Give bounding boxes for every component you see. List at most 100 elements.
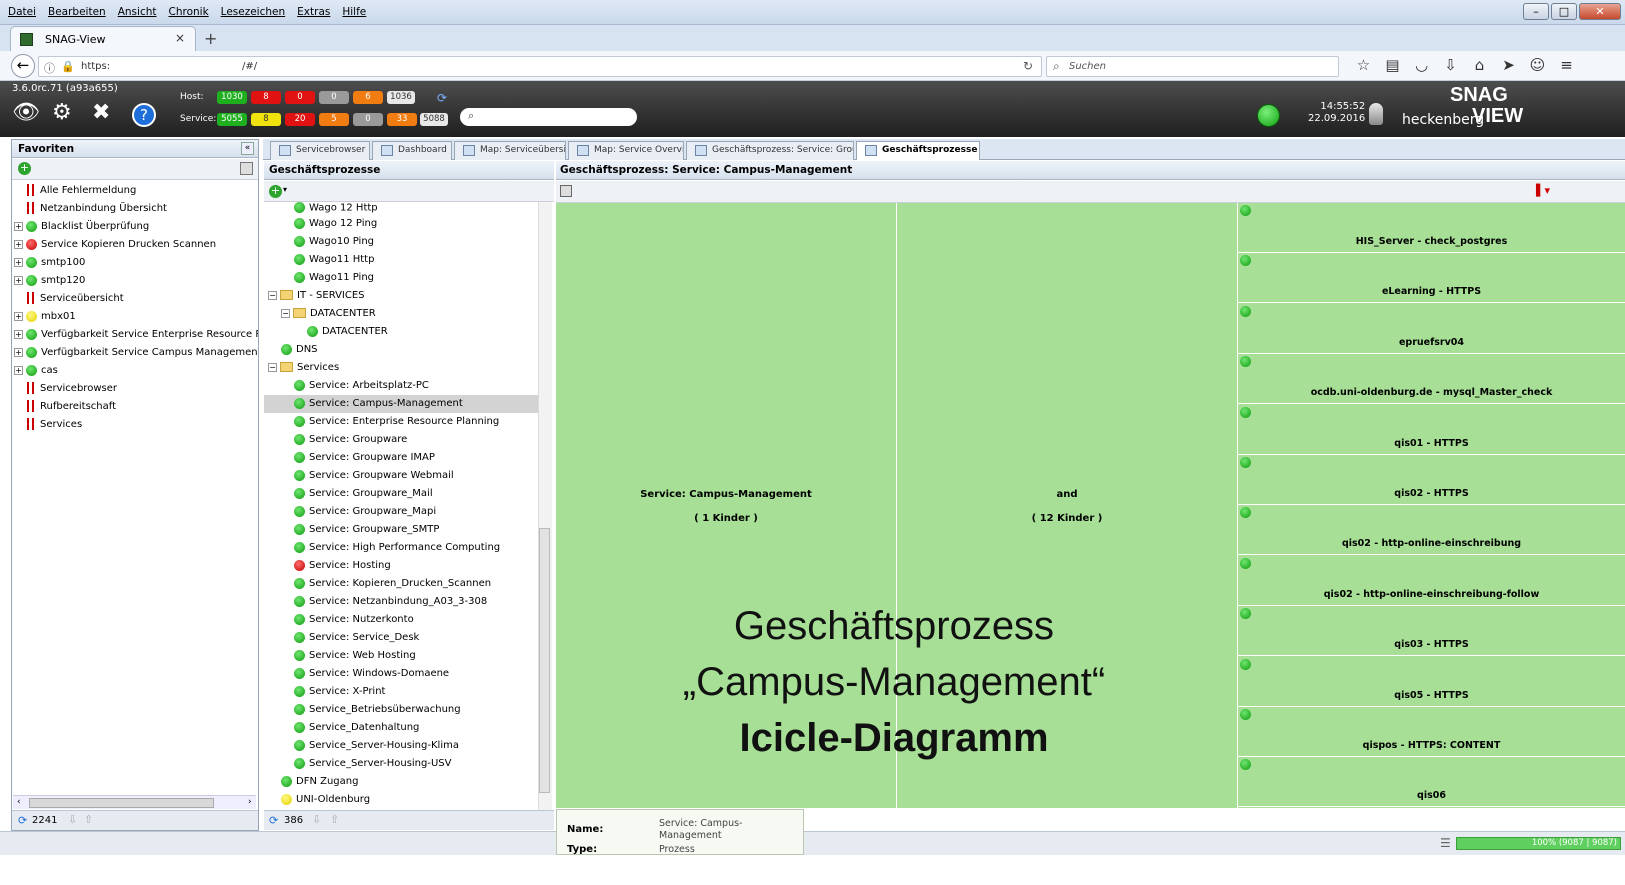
menu-datei[interactable]: Datei [0,0,40,18]
add-favorite-icon[interactable]: + [18,162,31,175]
process-tree-item[interactable]: Service: Groupware_SMTP [264,521,538,539]
collapse-icon[interactable]: − [281,308,290,318]
icicle-leaf-node[interactable]: qis02 - HTTPS [1238,455,1625,505]
collapse-icon[interactable]: − [268,290,277,300]
expand-icon[interactable]: + [14,275,23,285]
expand-icon[interactable]: + [14,311,23,321]
menu-bearbeiten[interactable]: Bearbeiten [40,0,110,18]
tab-2[interactable]: Map: Serviceübersicht × [454,141,566,160]
service-ack-badge[interactable]: 33 [387,113,417,126]
icicle-leaf-node[interactable]: qis05 - HTTPS [1238,657,1625,707]
expand-icon[interactable]: + [14,329,23,339]
reading-list-icon[interactable]: ▤ [1378,56,1407,74]
service-warning-badge[interactable]: 8 [251,113,281,126]
favorite-item[interactable]: Alle Fehlermeldung [14,182,258,200]
service-total-badge[interactable]: 5088 [420,113,448,126]
host-pending-badge[interactable]: 0 [319,91,349,104]
host-ok-badge[interactable]: 1030 [217,91,247,104]
refresh-icon[interactable]: ⟳ [269,814,278,827]
help-icon[interactable]: ? [132,103,156,127]
menu-ansicht[interactable]: Ansicht [110,0,161,18]
process-tree-item[interactable]: UNI-Oldenburg [264,791,538,809]
icicle-leaf-node[interactable]: epruefsrv04 [1238,304,1625,354]
download-icon[interactable]: ⇩ [1436,56,1465,74]
process-tree-item[interactable]: Service_Server-Housing-USV [264,755,538,773]
gear-icon[interactable]: ⚙ [52,100,72,125]
url-bar[interactable]: ⓘ 🔒 https: /#/ ↻ [38,56,1042,77]
process-tree-item[interactable]: Service: Netzanbindung_A03_3-308 [264,593,538,611]
process-tree-item[interactable]: Wago11 Ping [264,269,538,287]
favorite-item[interactable]: + Service Kopieren Drucken Scannen [14,236,258,254]
process-tree-item[interactable]: Service: Hosting [264,557,538,575]
process-tree-item[interactable]: Service_Server-Housing-Klima [264,737,538,755]
host-total-badge[interactable]: 1036 [387,91,415,104]
process-tree-item[interactable]: Service: Groupware_Mapi [264,503,538,521]
icicle-leaf-node[interactable]: qispos - HTTPS: CONTENT [1238,707,1625,757]
tab-0[interactable]: Servicebrowser× [270,141,370,160]
expand-icon[interactable]: + [14,347,23,357]
add-dropdown-icon[interactable]: ▾ [283,185,287,194]
new-tab-icon[interactable]: + [204,29,217,48]
favorite-item[interactable]: + Blacklist Überprüfung [14,218,258,236]
process-tree-item[interactable]: Service: Campus-Management [264,395,538,413]
tab-3[interactable]: Map: Service Overview× [568,141,684,160]
process-tree-item[interactable]: − DATACENTER [264,305,538,323]
tab-4[interactable]: Geschäftsprozess: Service: Groupware× [686,141,854,160]
process-tree-item[interactable]: Service: Kopieren_Drucken_Scannen [264,575,538,593]
process-tree-item[interactable]: Wago11 Http [264,251,538,269]
overall-status-icon[interactable] [1257,104,1280,127]
favorite-item[interactable]: + smtp120 [14,272,258,290]
eye-icon[interactable]: 👁 [12,100,40,125]
icicle-leaf-node[interactable]: qis01 - HTTPS [1238,405,1625,455]
process-tree-item[interactable]: Wago10 Ping [264,233,538,251]
favorite-item[interactable]: Rufbereitschaft [14,398,258,416]
expand-icon[interactable]: + [14,365,23,375]
scroll-right-icon[interactable]: › [248,797,252,807]
horizontal-scrollbar[interactable]: ‹ › [13,795,256,809]
arrow-up-icon[interactable]: ⇧ [330,813,339,826]
tab-close-icon[interactable]: × [175,31,185,45]
service-pending-badge[interactable]: 0 [353,113,383,126]
favorite-item[interactable]: Netzanbindung Übersicht [14,200,258,218]
pocket-icon[interactable]: ◡ [1407,56,1436,74]
process-tree-item[interactable]: Wago 12 Http [264,202,538,215]
icicle-leaf-node[interactable]: qis02 - http-online-einschreibung-follow [1238,556,1625,606]
browser-search-input[interactable]: ⌕ Suchen [1046,56,1339,77]
minimize-icon[interactable]: – [1523,3,1549,20]
user-icon[interactable] [1369,103,1383,125]
menu-extras[interactable]: Extras [289,0,334,18]
refresh-icon[interactable]: ⟳ [18,814,27,827]
expand-icon[interactable]: + [14,239,23,249]
process-tree-item[interactable]: − Services [264,359,538,377]
list-icon[interactable]: ☰ [1440,836,1451,850]
favorite-item[interactable]: + cas [14,362,258,380]
service-ok-badge[interactable]: 5055 [217,113,247,126]
back-icon[interactable]: ← [11,54,35,78]
process-tree-item[interactable]: Service_Betriebsüberwachung [264,701,538,719]
arrow-up-icon[interactable]: ⇧ [84,813,93,826]
expand-icon[interactable]: + [14,221,23,231]
favorite-item[interactable]: Services [14,416,258,434]
scroll-thumb[interactable] [539,528,550,793]
process-tree-item[interactable]: Service: Groupware IMAP [264,449,538,467]
host-down-badge[interactable]: 8 [251,91,281,104]
process-tree-item[interactable]: Wago 12 Ping [264,215,538,233]
process-tree-item[interactable]: Service: Arbeitsplatz-PC [264,377,538,395]
trash-icon[interactable] [240,162,253,175]
collapse-icon[interactable]: « [241,142,254,155]
favorite-item[interactable]: Serviceübersicht [14,290,258,308]
icicle-leaf-node[interactable]: qis03 - HTTPS [1238,606,1625,657]
process-tree-item[interactable]: Service: Enterprise Resource Planning [264,413,538,431]
arrow-down-icon[interactable]: ⇩ [312,813,321,826]
process-tree-item[interactable]: Service_Datenhaltung [264,719,538,737]
process-tree-item[interactable]: DNS [264,341,538,359]
scroll-left-icon[interactable]: ‹ [17,797,21,807]
process-tree-item[interactable]: Service: Web Hosting [264,647,538,665]
browser-tab[interactable]: SNAG-View × [10,26,196,51]
process-tree-item[interactable]: DATACENTER [264,323,538,341]
process-tree-item[interactable]: DFN Zugang [264,773,538,791]
header-search-input[interactable]: ⌕ [460,108,637,126]
fullscreen-icon[interactable] [560,185,572,197]
process-tree-item[interactable]: Service: Groupware [264,431,538,449]
tab-5[interactable]: Geschäftsprozesse× [856,141,980,160]
